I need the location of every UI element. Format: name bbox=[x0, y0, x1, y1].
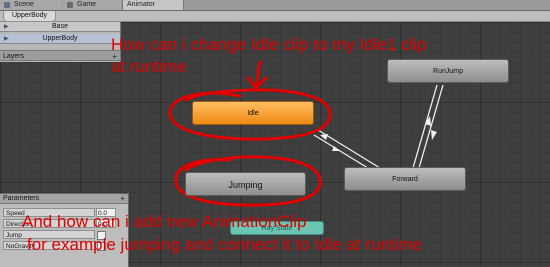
layer-label: UpperBody bbox=[42, 35, 78, 42]
state-idle[interactable]: Idle bbox=[192, 101, 314, 125]
layers-header-label: Layers bbox=[3, 53, 25, 60]
annotation-question-1-cont: at runtime bbox=[111, 57, 187, 76]
state-forward[interactable]: Forward bbox=[344, 167, 466, 191]
state-jumping-label: Jumping bbox=[228, 180, 263, 190]
layers-header: Layers + bbox=[0, 50, 120, 61]
annotation-question-1: How can i change Idle clip to my Idle1 c… bbox=[111, 35, 427, 54]
layer-expand-icon: ▶ bbox=[4, 36, 9, 42]
transition-arrow-icon bbox=[431, 130, 437, 140]
transition-forward-runjump[interactable] bbox=[412, 84, 438, 169]
layer-item-base[interactable]: ▶ Base bbox=[0, 22, 120, 32]
annotation-question-2: And how can i add new AnimationClip bbox=[22, 212, 307, 231]
add-parameter-button[interactable]: + bbox=[120, 194, 125, 204]
layer-expand-icon: ▶ bbox=[4, 24, 9, 30]
annotation-question-2-cont: for example jumping and connect it to Id… bbox=[27, 235, 422, 254]
state-idle-label: Idle bbox=[247, 110, 259, 117]
state-jumping[interactable]: Jumping bbox=[185, 172, 306, 196]
state-runjump[interactable]: RunJump bbox=[387, 59, 509, 83]
parameters-header-label: Parameters bbox=[3, 195, 40, 202]
annotation-arrow bbox=[254, 60, 262, 88]
state-forward-label: Forward bbox=[392, 176, 418, 183]
layer-item-upperbody[interactable]: ▶ UpperBody bbox=[0, 34, 120, 44]
layer-label: Base bbox=[52, 23, 68, 30]
parameters-header: Parameters + bbox=[0, 194, 128, 204]
state-runjump-label: RunJump bbox=[433, 68, 463, 75]
transition-runjump-forward[interactable] bbox=[418, 84, 444, 169]
